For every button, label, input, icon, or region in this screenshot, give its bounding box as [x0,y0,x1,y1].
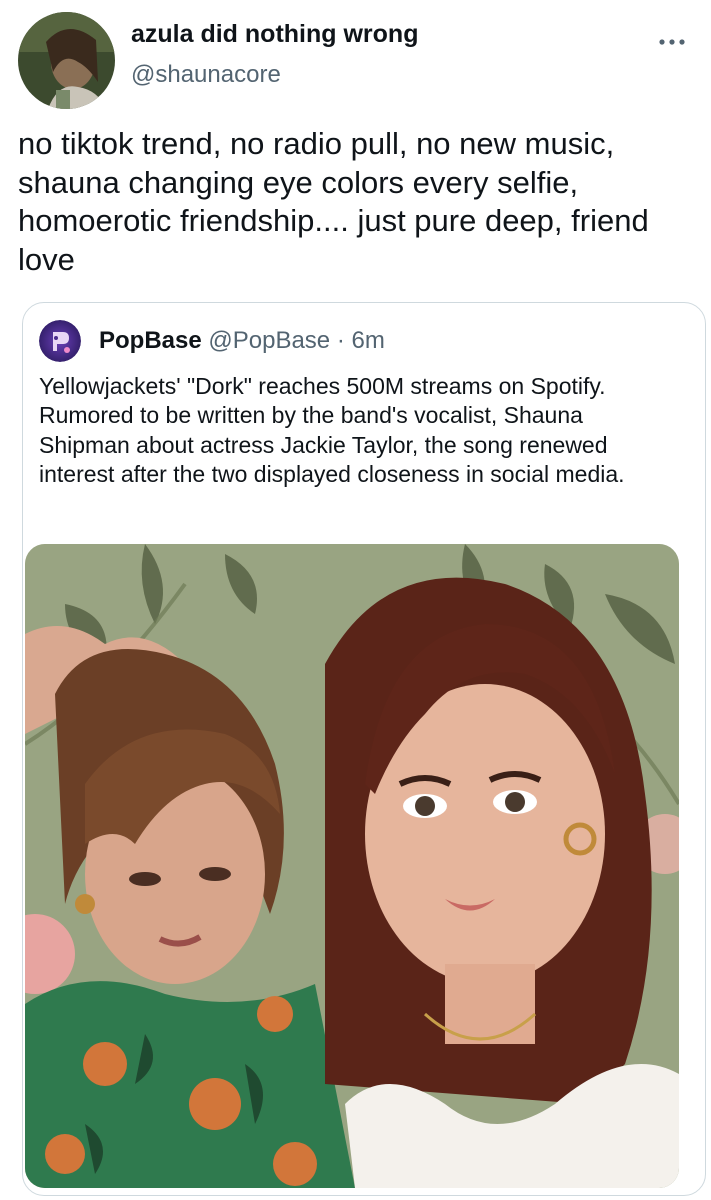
quoted-timestamp[interactable]: 6m [352,327,385,354]
more-horizontal-icon [659,39,685,45]
quoted-separator: · [336,327,345,354]
quoted-display-name[interactable]: PopBase [99,327,202,354]
quoted-author-avatar[interactable] [39,320,81,362]
more-options-button[interactable] [652,30,692,54]
quoted-tweet-photo[interactable] [25,544,679,1188]
author-handle[interactable]: @shaunacore [131,61,281,89]
quoted-handle[interactable]: @PopBase [208,327,330,354]
user-avatar-icon [18,12,115,109]
author-avatar[interactable] [18,12,115,109]
author-display-name[interactable]: azula did nothing wrong [131,20,418,49]
tweet-header: azula did nothing wrong @shaunacore [0,0,711,115]
tweet-text: no tiktok trend, no radio pull, no new m… [18,126,649,277]
photo-image [25,544,679,1188]
quoted-author-line: PopBase @PopBase · 6m [99,327,385,355]
quoted-tweet-card[interactable]: PopBase @PopBase · 6m Yellowjackets' "Do… [22,302,706,1196]
quoted-tweet-text: Yellowjackets' "Dork" reaches 500M strea… [39,373,625,487]
popbase-logo-icon [39,320,81,362]
